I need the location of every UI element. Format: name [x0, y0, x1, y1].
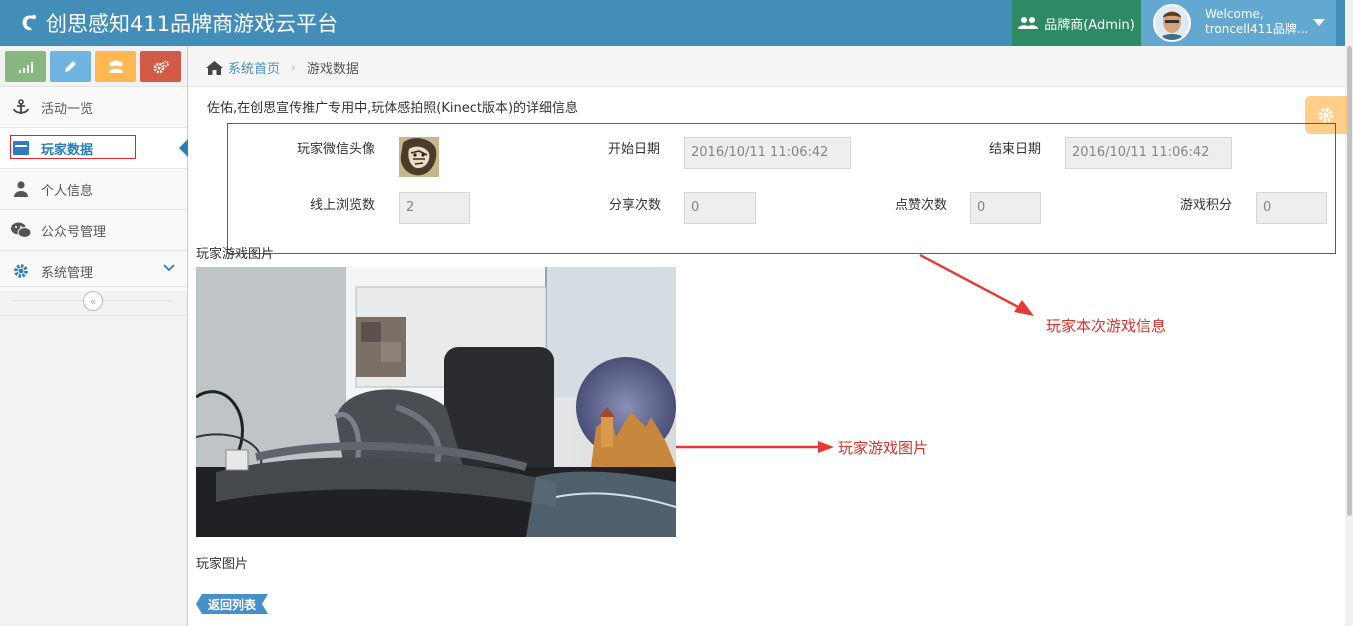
annotation-game-photo: 玩家游戏图片 — [838, 439, 929, 457]
annotation-arrows — [676, 253, 1034, 453]
annotation-game-info: 玩家本次游戏信息 — [1046, 317, 1167, 335]
